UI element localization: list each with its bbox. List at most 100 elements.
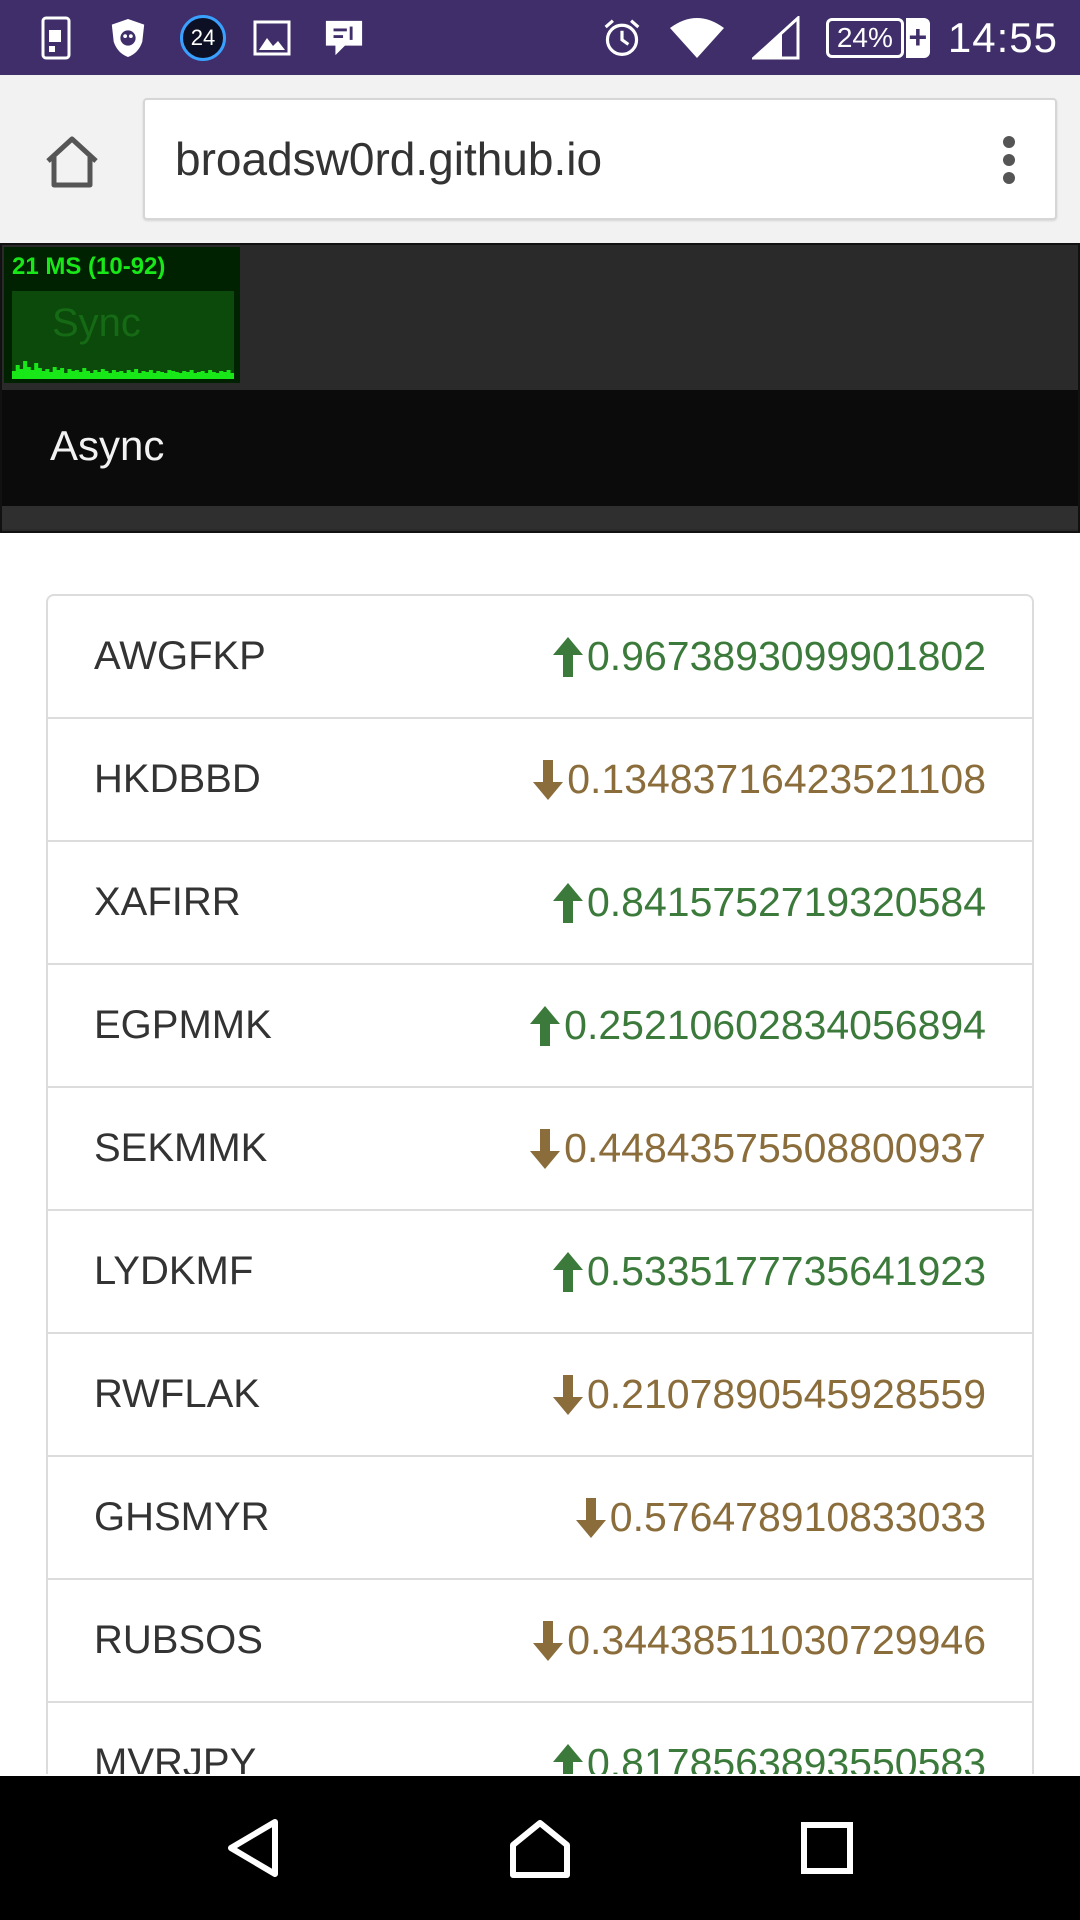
recents-icon: [800, 1822, 853, 1874]
symbol-label: HKDBBD: [94, 757, 261, 801]
symbol-label: GHSMYR: [94, 1495, 270, 1539]
perf-bar: [52, 367, 57, 379]
browser-toolbar: broadsw0rd.github.io: [0, 75, 1080, 243]
perf-bar: [119, 371, 124, 379]
perf-bar: [134, 369, 139, 379]
perf-bar: [197, 372, 201, 379]
notification-badge: 24: [180, 14, 226, 61]
charging-indicator: +: [905, 17, 930, 58]
value-text: 0.25210602834056894: [564, 1002, 986, 1048]
perf-bar: [56, 370, 61, 379]
arrow-down-icon: [533, 1620, 564, 1661]
value-cell: 0.13483716423521108: [531, 756, 986, 803]
perf-bar: [26, 367, 31, 379]
list-item: RUBSOS 0.34438511030729946: [48, 1580, 1032, 1703]
perf-bar: [74, 370, 79, 379]
signal-icon: [751, 15, 800, 60]
perf-label: 21 MS (10-92): [12, 253, 166, 280]
value-cell: 0.34438511030729946: [531, 1617, 986, 1664]
value-cell: 0.25210602834056894: [528, 1002, 986, 1049]
perf-bar: [12, 371, 16, 379]
arrow-up-icon: [552, 882, 583, 923]
perf-bar: [89, 373, 94, 379]
perf-bar: [178, 373, 183, 379]
perf-bar: [182, 371, 187, 379]
async-label: Async: [50, 422, 165, 469]
perf-graph: Sync: [12, 291, 234, 379]
list-item: MVRJPY 0.8178563893550583: [48, 1703, 1032, 1774]
home-nav-button[interactable]: [495, 1803, 585, 1893]
list-item: SEKMMK 0.44843575508800937: [48, 1088, 1032, 1211]
arrow-down-icon: [575, 1497, 606, 1538]
value-text: 0.576478910833033: [609, 1494, 986, 1540]
value-text: 0.5335177735641923: [586, 1248, 986, 1294]
perf-bar: [137, 373, 142, 379]
perf-bar: [30, 370, 35, 379]
async-tab[interactable]: Async: [2, 390, 1078, 506]
arrow-down-icon: [552, 1374, 583, 1415]
perf-bar: [108, 373, 113, 379]
perf-bar: [104, 371, 109, 379]
perf-bar: [67, 369, 72, 379]
value-cell: 0.9673893099901802: [551, 633, 986, 680]
overflow-menu-button[interactable]: [989, 134, 1029, 186]
perf-bar: [19, 369, 24, 379]
symbol-label: RUBSOS: [94, 1618, 263, 1662]
perf-bar: [174, 372, 179, 379]
arrow-down-icon: [533, 759, 564, 800]
perf-bar: [189, 370, 194, 379]
perf-bar: [208, 370, 213, 379]
value-cell: 0.2107890545928559: [551, 1371, 986, 1418]
list-item: AWGFKP 0.9673893099901802: [48, 596, 1032, 719]
value-cell: 0.576478910833033: [574, 1494, 986, 1541]
perf-bar: [15, 365, 20, 379]
arrow-up-icon: [530, 1005, 561, 1046]
address-bar[interactable]: broadsw0rd.github.io: [143, 98, 1057, 220]
perf-bar: [78, 372, 83, 379]
list-item: HKDBBD 0.13483716423521108: [48, 719, 1032, 842]
navigation-bar: [0, 1776, 1080, 1920]
sim-icon: [36, 16, 76, 60]
symbol-label: EGPMMK: [94, 1003, 272, 1047]
perf-bar: [82, 368, 87, 379]
perf-bar: [204, 373, 209, 379]
perf-bar: [115, 372, 120, 379]
status-bar: 24 24% + 14:55: [0, 0, 1080, 75]
list-item: EGPMMK 0.25210602834056894: [48, 965, 1032, 1088]
home-icon: [46, 136, 98, 188]
perf-bar: [222, 372, 227, 379]
battery-level: 24%: [825, 17, 904, 58]
app-header: 21 MS (10-92) Sync Async: [0, 243, 1080, 533]
perf-bar: [160, 372, 164, 379]
perf-bar: [145, 372, 150, 379]
arrow-down-icon: [530, 1128, 561, 1169]
perf-bar: [163, 373, 168, 379]
dot-icon: [1003, 154, 1015, 166]
value-cell: 0.8415752719320584: [551, 879, 986, 926]
perf-bar: [100, 369, 105, 379]
perf-bar: [193, 373, 198, 379]
value-text: 0.13483716423521108: [567, 756, 986, 802]
perf-bar: [226, 370, 231, 379]
perf-bar: [167, 370, 172, 379]
perf-bar: [141, 371, 146, 379]
alarm-icon: [602, 16, 642, 60]
battery-icon: 24% +: [825, 17, 930, 58]
message-icon: [324, 16, 364, 60]
perf-bar: [126, 370, 131, 379]
perf-bar: [111, 370, 116, 379]
home-button[interactable]: [36, 125, 108, 197]
status-right-icons: 24% + 14:55: [602, 14, 1058, 62]
perf-bar: [215, 373, 220, 379]
value-cell: 0.5335177735641923: [551, 1248, 986, 1295]
symbol-label: AWGFKP: [94, 634, 266, 678]
dot-icon: [1003, 172, 1015, 184]
perf-bar: [148, 370, 153, 379]
list-item: LYDKMF 0.5335177735641923: [48, 1211, 1032, 1334]
arrow-up-icon: [552, 1251, 583, 1292]
value-text: 0.8415752719320584: [586, 879, 986, 925]
back-button[interactable]: [208, 1803, 298, 1893]
perf-bar: [219, 371, 224, 379]
list-item: RWFLAK 0.2107890545928559: [48, 1334, 1032, 1457]
recents-button[interactable]: [782, 1803, 872, 1893]
